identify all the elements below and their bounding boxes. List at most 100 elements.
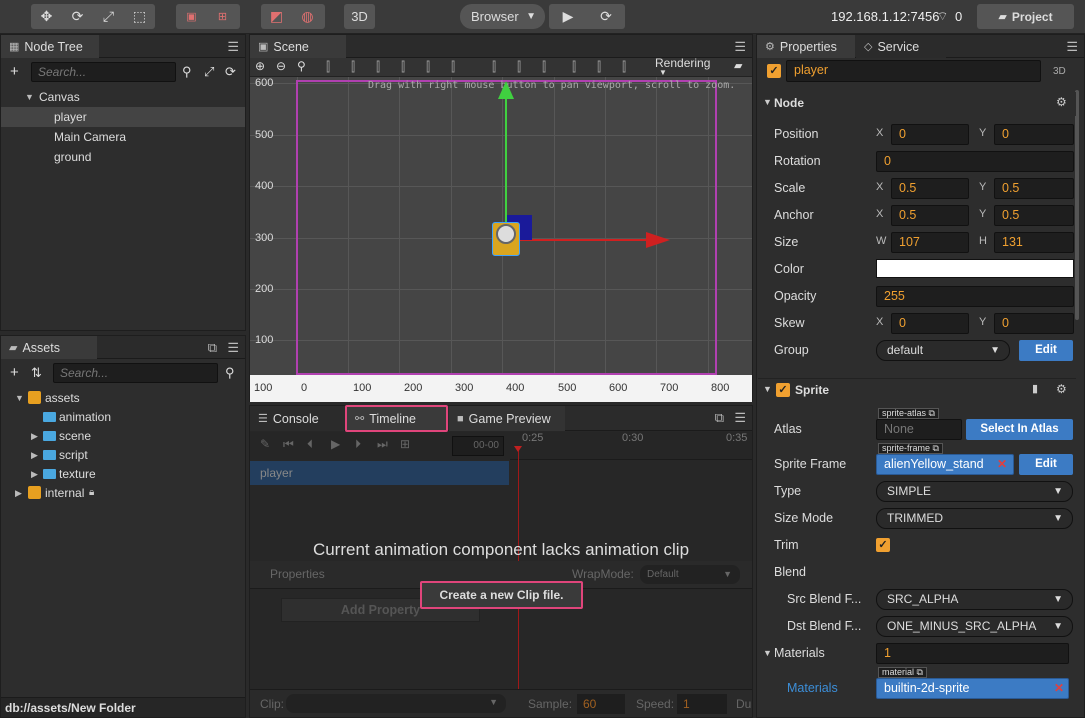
- sample-input[interactable]: 60: [577, 694, 625, 714]
- gizmo-icon[interactable]: ◍: [292, 4, 323, 29]
- zoom-reset-icon[interactable]: ⚲: [297, 59, 306, 73]
- sort-icon[interactable]: ⇅: [31, 365, 42, 381]
- materials-count-input[interactable]: 1: [876, 643, 1069, 664]
- tree-item-ground[interactable]: ground: [1, 147, 245, 167]
- distribute-center-icon[interactable]: ⫿: [597, 59, 601, 75]
- gear-icon[interactable]: ⚙: [1056, 382, 1067, 396]
- skew-x-input[interactable]: 0: [891, 313, 969, 334]
- node-search-input[interactable]: Search...: [31, 62, 176, 82]
- x-arrow-icon[interactable]: [646, 232, 670, 248]
- move-tool-icon[interactable]: ✥: [31, 4, 62, 29]
- add-icon[interactable]: +: [10, 364, 19, 381]
- scale-tool-icon[interactable]: ⤢: [93, 4, 124, 29]
- popout-icon[interactable]: ⧉: [715, 410, 724, 426]
- rotate-tool-icon[interactable]: ⟳: [62, 4, 93, 29]
- align-top-icon[interactable]: ⫿: [401, 59, 405, 75]
- camera-icon[interactable]: ▰: [734, 59, 742, 72]
- asset-item-animation[interactable]: animation: [1, 407, 245, 427]
- book-icon[interactable]: ▮: [1032, 382, 1038, 395]
- time-input[interactable]: 00-00: [452, 436, 504, 456]
- tab-console[interactable]: ☰ Console: [250, 406, 344, 431]
- asset-item-scene[interactable]: ▶ scene: [1, 426, 245, 446]
- snap-icon[interactable]: ◩: [261, 4, 292, 29]
- align-middle-icon[interactable]: ⫿: [426, 59, 430, 75]
- wrapmode-select[interactable]: Default ▼: [640, 565, 740, 584]
- tab-timeline[interactable]: ⚯ Timeline: [345, 405, 448, 432]
- speed-input[interactable]: 1: [677, 694, 727, 714]
- clear-icon[interactable]: ✕: [1054, 681, 1064, 695]
- pivot-icon[interactable]: ▣: [176, 4, 207, 29]
- group-select[interactable]: default ▼: [876, 340, 1010, 361]
- menu-icon[interactable]: ☰: [734, 410, 746, 426]
- clear-icon[interactable]: ✕: [997, 457, 1007, 471]
- dst-blend-select[interactable]: ONE_MINUS_SRC_ALPHA ▼: [876, 616, 1073, 637]
- 3d-toggle[interactable]: 3D: [1053, 66, 1066, 77]
- scale-y-input[interactable]: 0.5: [994, 178, 1074, 199]
- sprite-section-header[interactable]: ▼ ✓ Sprite ▮ ⚙: [758, 378, 1076, 402]
- prev-frame-icon[interactable]: ⏴: [307, 437, 313, 452]
- select-in-atlas-button[interactable]: Select In Atlas: [966, 419, 1073, 440]
- node-section-header[interactable]: ▼ Node ⚙: [758, 92, 1076, 116]
- refresh-icon[interactable]: ⟳: [225, 64, 236, 80]
- 3d-toggle-button[interactable]: 3D: [344, 4, 375, 29]
- distribute-bottom-icon[interactable]: ⫿: [542, 59, 546, 75]
- align-bottom-icon[interactable]: ⫿: [451, 59, 455, 75]
- tree-item-player[interactable]: player: [1, 107, 245, 127]
- search-icon[interactable]: ⚲: [225, 365, 235, 381]
- refresh-icon[interactable]: ⟳: [587, 4, 625, 29]
- play-icon[interactable]: ▶: [331, 437, 340, 451]
- distribute-middle-icon[interactable]: ⫿: [517, 59, 521, 75]
- opacity-input[interactable]: 255: [876, 286, 1074, 307]
- type-select[interactable]: SIMPLE ▼: [876, 481, 1073, 502]
- playhead-marker-icon[interactable]: [514, 446, 522, 452]
- jump-last-icon[interactable]: ⏭: [377, 437, 388, 452]
- distribute-right-icon[interactable]: ⫿: [622, 59, 626, 75]
- rect-tool-icon[interactable]: ⬚: [124, 4, 155, 29]
- expand-icon[interactable]: ⤢: [204, 64, 214, 80]
- material-input[interactable]: builtin-2d-sprite: [876, 678, 1069, 699]
- size-mode-select[interactable]: TRIMMED ▼: [876, 508, 1073, 529]
- record-icon[interactable]: ✎: [260, 437, 270, 451]
- next-frame-icon[interactable]: ⏵: [355, 437, 361, 452]
- anchor-x-input[interactable]: 0.5: [891, 205, 969, 226]
- create-clip-button[interactable]: Create a new Clip file.: [420, 581, 583, 609]
- sprite-enabled-checkbox[interactable]: ✓: [776, 383, 790, 397]
- tab-assets[interactable]: ▰ Assets: [1, 336, 97, 359]
- align-right-icon[interactable]: ⫿: [376, 59, 380, 75]
- menu-icon[interactable]: ☰: [227, 340, 239, 356]
- zoom-in-icon[interactable]: ⊕: [255, 59, 265, 73]
- align-left-icon[interactable]: ⫿: [326, 59, 330, 75]
- gear-icon[interactable]: ⚙: [1056, 95, 1067, 109]
- skew-y-input[interactable]: 0: [994, 313, 1074, 334]
- distribute-left-icon[interactable]: ⫿: [572, 59, 576, 75]
- time-ruler[interactable]: 0:25 0:30 0:35: [510, 432, 752, 460]
- tab-service[interactable]: ◇ Service: [856, 35, 946, 58]
- tab-node-tree[interactable]: ▦ Node Tree: [1, 35, 99, 58]
- scene-viewport[interactable]: Drag with right mouse button to pan view…: [250, 77, 752, 375]
- zoom-out-icon[interactable]: ⊖: [276, 59, 286, 73]
- menu-icon[interactable]: ☰: [734, 39, 746, 55]
- sprite-frame-edit-button[interactable]: Edit: [1019, 454, 1073, 475]
- align-center-icon[interactable]: ⫿: [351, 59, 355, 75]
- atlas-input[interactable]: None: [876, 419, 962, 440]
- size-h-input[interactable]: 131: [994, 232, 1074, 253]
- add-icon[interactable]: +: [10, 63, 19, 80]
- play-icon[interactable]: ▶: [549, 4, 587, 29]
- tab-game-preview[interactable]: ■ Game Preview: [449, 406, 565, 431]
- anchor-y-input[interactable]: 0.5: [994, 205, 1074, 226]
- browser-select[interactable]: Browser ▼: [460, 4, 545, 29]
- position-y-input[interactable]: 0: [994, 124, 1074, 145]
- rotation-input[interactable]: 0: [876, 151, 1074, 172]
- menu-icon[interactable]: ☰: [1066, 39, 1078, 55]
- position-x-input[interactable]: 0: [891, 124, 969, 145]
- scale-x-input[interactable]: 0.5: [891, 178, 969, 199]
- y-arrow-icon[interactable]: [498, 81, 514, 99]
- node-name-input[interactable]: player: [786, 60, 1041, 82]
- sprite-frame-input[interactable]: alienYellow_stand: [876, 454, 1014, 475]
- project-button[interactable]: ▰ Project: [977, 4, 1074, 29]
- distribute-top-icon[interactable]: ⫿: [492, 59, 496, 75]
- clip-select[interactable]: ▼: [286, 694, 506, 713]
- asset-item-assets[interactable]: ▼ assets: [1, 388, 245, 408]
- group-edit-button[interactable]: Edit: [1019, 340, 1073, 361]
- asset-item-internal[interactable]: ▶ internal 🔒︎: [1, 483, 245, 503]
